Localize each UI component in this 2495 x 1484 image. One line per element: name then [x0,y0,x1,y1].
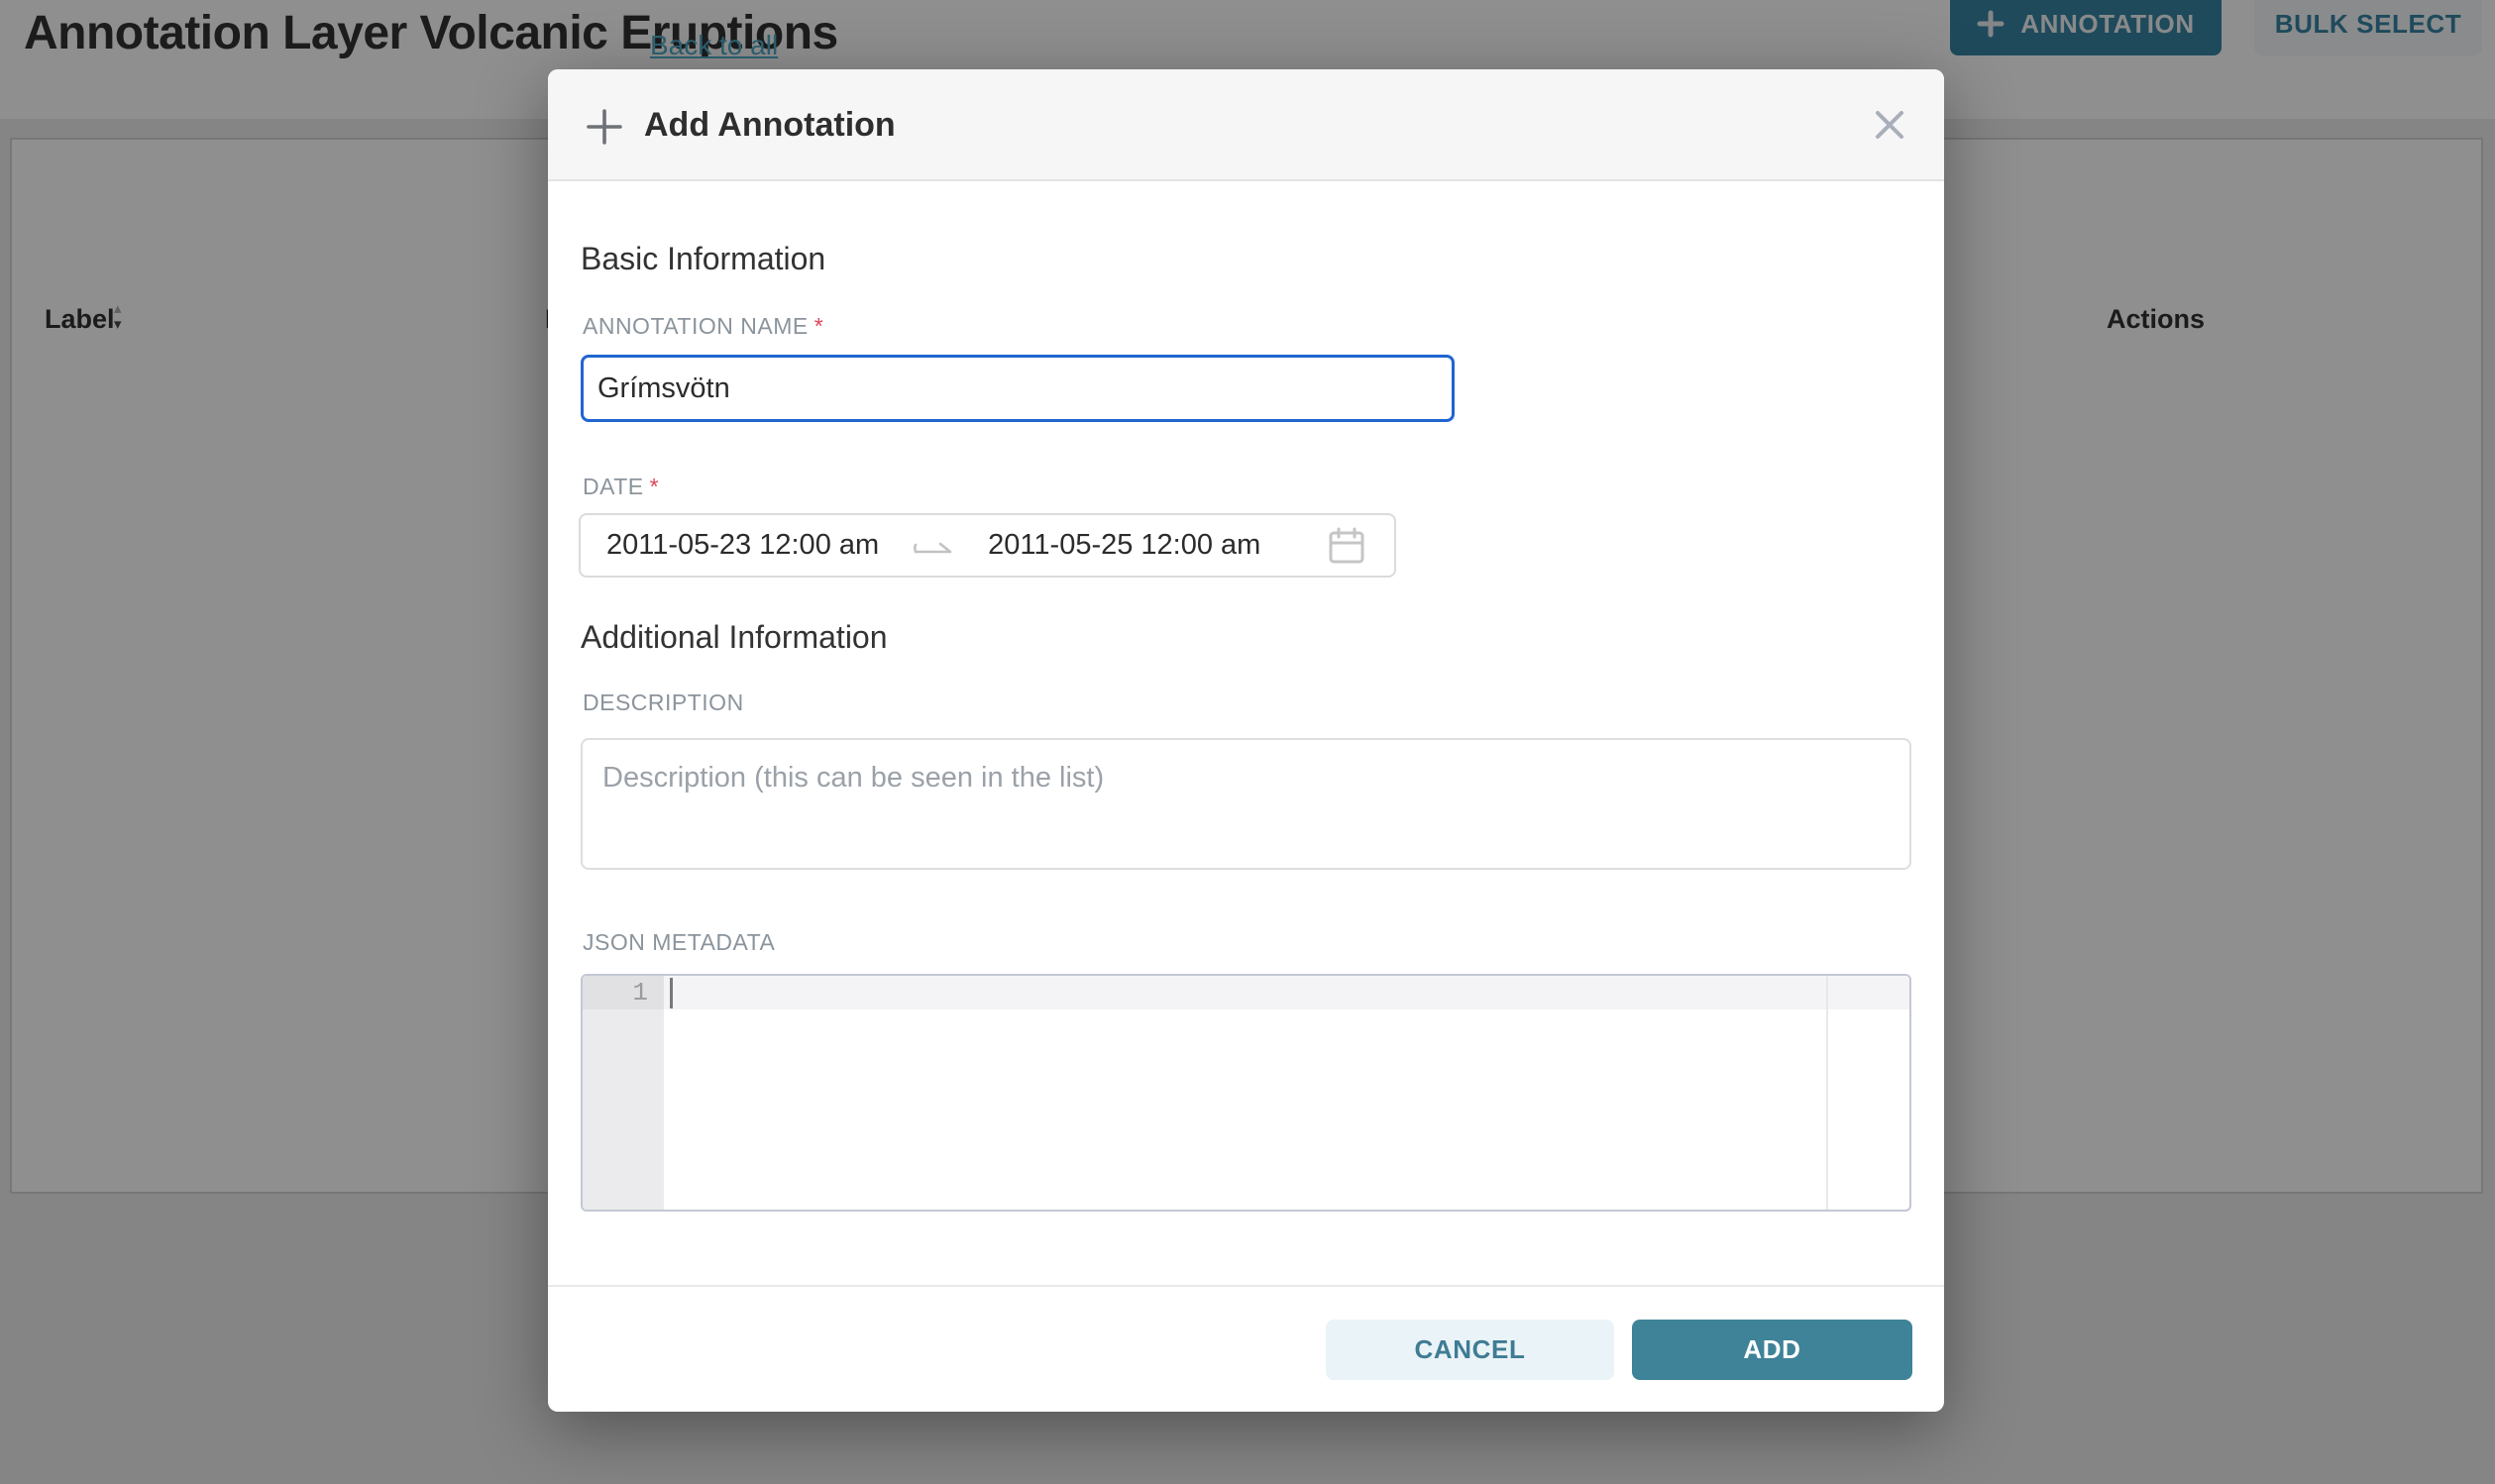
date-range-start[interactable]: 2011-05-23 12:00 am [606,529,879,562]
section-basic-information: Basic Information [581,241,825,277]
date-label: DATE* [583,474,659,500]
json-metadata-editor[interactable]: 1 [581,974,1911,1212]
editor-active-line [664,976,1909,1009]
description-textarea[interactable] [581,738,1911,870]
add-button[interactable]: ADD [1632,1320,1912,1380]
annotation-name-input[interactable] [581,355,1455,422]
date-range-end[interactable]: 2011-05-25 12:00 am [988,529,1260,562]
modal-header: Add Annotation [548,69,1944,181]
annotation-name-label-text: ANNOTATION NAME [583,313,809,339]
required-asterisk: * [814,313,823,339]
date-range-picker[interactable]: 2011-05-23 12:00 am 2011-05-25 12:00 am [579,513,1396,578]
editor-line-number: 1 [583,976,664,1009]
date-label-text: DATE [583,474,644,499]
close-icon[interactable] [1874,109,1905,141]
arrow-right-icon [913,531,954,561]
footer-divider [548,1285,1944,1287]
section-additional-information: Additional Information [581,619,888,656]
json-metadata-label: JSON METADATA [583,929,775,956]
annotation-name-label: ANNOTATION NAME* [583,313,823,340]
cancel-button[interactable]: CANCEL [1326,1320,1614,1380]
plus-icon [585,107,624,147]
calendar-icon[interactable] [1327,526,1366,566]
description-label: DESCRIPTION [583,689,744,716]
add-annotation-modal: Add Annotation Basic Information ANNOTAT… [548,69,1944,1412]
modal-title: Add Annotation [644,106,896,145]
required-asterisk: * [650,474,659,499]
editor-cursor [670,978,673,1008]
editor-print-margin [1826,976,1828,1210]
editor-gutter [583,976,664,1210]
